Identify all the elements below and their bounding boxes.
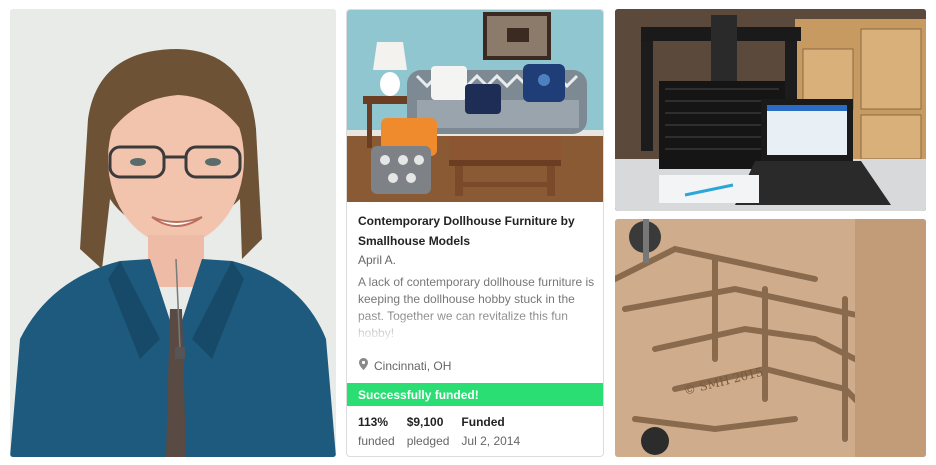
creator-portrait-photo — [10, 9, 336, 457]
stat-funded-percent: 113% funded — [358, 413, 395, 451]
project-author[interactable]: April A. — [358, 251, 594, 269]
stat-value: Funded — [461, 415, 505, 429]
portrait-illustration — [10, 9, 336, 457]
location-label: Cincinnati, OH — [374, 358, 452, 373]
stat-value: $9,100 — [406, 415, 444, 429]
funding-status-label: Successfully funded! — [358, 388, 479, 402]
project-card-header: Contemporary Dollhouse Furniture by Smal… — [358, 211, 594, 269]
plywood-engraving-illustration: © SMH 2015 — [615, 219, 926, 457]
funding-status-bar: Successfully funded! — [347, 383, 603, 406]
engraved-plywood-photo: © SMH 2015 — [615, 219, 926, 457]
cnc-workshop-illustration — [615, 9, 926, 211]
project-card[interactable]: Contemporary Dollhouse Furniture by Smal… — [346, 9, 604, 457]
dollhouse-living-room-illustration — [347, 10, 603, 202]
stat-pledged: $9,100 pledged — [407, 413, 450, 451]
map-pin-icon — [359, 358, 368, 373]
project-image[interactable] — [347, 10, 603, 202]
cnc-machine-photo — [615, 9, 926, 211]
blurb-fade-overlay — [358, 310, 596, 344]
project-blurb: A lack of contemporary dollhouse furnitu… — [358, 274, 596, 344]
stat-value: 113% — [358, 415, 389, 429]
project-stats: 113% funded $9,100 pledged Funded Jul 2,… — [358, 413, 532, 451]
stat-label: funded — [358, 434, 395, 448]
stat-funded-date: Funded Jul 2, 2014 — [461, 413, 520, 451]
stat-label: pledged — [406, 434, 450, 448]
project-title[interactable]: Contemporary Dollhouse Furniture by Smal… — [358, 211, 594, 251]
stat-label: Jul 2, 2014 — [461, 434, 521, 448]
project-location[interactable]: Cincinnati, OH — [359, 358, 451, 373]
